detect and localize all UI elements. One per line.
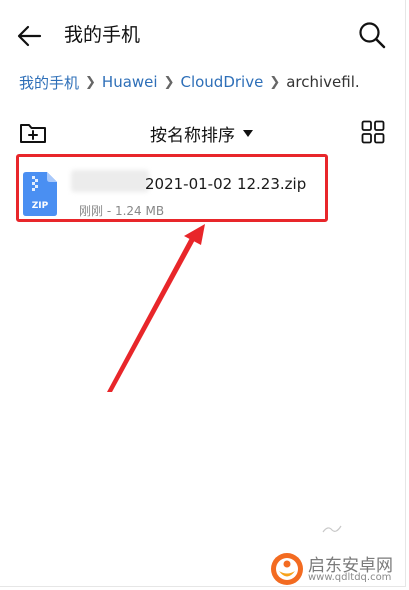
back-button[interactable] <box>14 20 46 52</box>
breadcrumb-item-current: archivefil... <box>286 73 359 91</box>
file-name: 2021-01-02 12.23.zip <box>145 175 307 193</box>
new-folder-icon <box>20 124 46 143</box>
watermark-logo-icon <box>271 553 303 585</box>
grid-view-icon <box>361 120 385 144</box>
zip-file-icon: ZIP <box>23 172 57 216</box>
watermark-small-icon <box>322 525 342 533</box>
file-list-item[interactable]: ZIP 2021-01-02 12.23.zip 刚刚 - 1.24 MB <box>16 154 328 222</box>
search-button[interactable] <box>357 20 387 50</box>
chevron-right-icon: ❯ <box>269 74 281 90</box>
page-title: 我的手机 <box>64 24 141 46</box>
caret-down-icon <box>243 129 253 137</box>
sort-label: 按名称排序 <box>150 125 235 146</box>
breadcrumb: 我的手机 ❯ Huawei ❯ CloudDrive ❯ archivefil.… <box>19 70 359 94</box>
breadcrumb-item-huawei[interactable]: Huawei <box>102 73 158 91</box>
view-toggle-button[interactable] <box>361 120 385 144</box>
breadcrumb-item-clouddrive[interactable]: CloudDrive <box>180 73 263 91</box>
watermark-url: www.qdltdq.com <box>308 572 392 583</box>
watermark: 启东安卓网 www.qdltdq.com <box>270 548 405 588</box>
back-arrow-icon <box>17 25 42 47</box>
chevron-right-icon: ❯ <box>163 74 175 90</box>
new-folder-button[interactable] <box>18 120 48 146</box>
redacted-filename-prefix <box>71 170 149 192</box>
chevron-right-icon: ❯ <box>85 74 96 90</box>
sort-dropdown[interactable]: 按名称排序 <box>150 121 253 146</box>
breadcrumb-item-my-phone[interactable]: 我的手机 <box>19 72 79 93</box>
file-meta: 刚刚 - 1.24 MB <box>79 204 165 218</box>
search-icon <box>359 22 386 49</box>
zip-badge-text: ZIP <box>32 201 49 211</box>
